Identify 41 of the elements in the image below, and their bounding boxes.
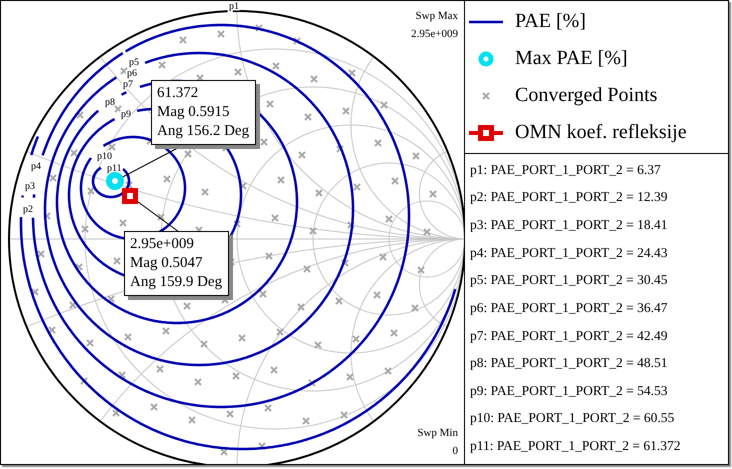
contour-label: p7 (123, 79, 133, 90)
sweep-min-label: Swp Min (417, 426, 458, 441)
line-icon (469, 20, 503, 24)
contour-value-text: p10: PAE_PORT_1_PORT_2 = 60.55 (470, 410, 676, 426)
tooltip-line: Ang 156.2 Deg (157, 122, 250, 141)
contour-value-text: p8: PAE_PORT_1_PORT_2 = 48.51 (470, 355, 669, 372)
cross-icon (482, 92, 490, 100)
tooltip-line: 2.95e+009 (130, 235, 195, 254)
contour-value-text: p6: PAE_PORT_1_PORT_2 = 36.47 (470, 300, 669, 316)
tooltip-line: Mag 0.5915 (157, 103, 230, 122)
contour-label: p1 (229, 1, 239, 12)
tooltip-line: 61.372 (157, 84, 200, 103)
contour-value-text: p3: PAE_PORT_1_PORT_2 = 18.41 (470, 217, 669, 234)
contour-value-text: p11: PAE_PORT_1_PORT_2 = 61.372 (470, 438, 682, 454)
contour-value-text: p2: PAE_PORT_1_PORT_2 = 12.39 (470, 189, 669, 206)
legend-label: Converged Points (515, 84, 658, 107)
tooltip-line: Mag 0.5047 (130, 254, 204, 273)
contour-value-text: p9: PAE_PORT_1_PORT_2 = 54.53 (470, 382, 669, 399)
sweep-max-value: 2.95e+009 (411, 27, 458, 42)
square-line-icon (469, 124, 503, 140)
contour-value-text: p7: PAE_PORT_1_PORT_2 = 42.49 (470, 328, 669, 344)
legend-label: PAE [%] (515, 10, 586, 33)
contour-label: p6 (127, 68, 137, 79)
contour-label: p9 (121, 109, 131, 120)
contour-value-text: p5: PAE_PORT_1_PORT_2 = 30.45 (470, 272, 669, 288)
contour-label: p11 (107, 163, 122, 174)
max-point-marker (106, 172, 124, 190)
contour-label: p5 (129, 57, 139, 68)
contour-label: p4 (31, 161, 41, 172)
contour-value-text: p1: PAE_PORT_1_PORT_2 = 6.37 (470, 162, 662, 178)
contour-label: p10 (97, 151, 112, 162)
contour-label: p8 (105, 97, 115, 108)
tooltip-line: Ang 159.9 Deg (130, 273, 222, 292)
sweep-max-label: Swp Max (416, 9, 458, 24)
reflection-marker (122, 188, 138, 204)
contour-label: p2 (23, 204, 33, 215)
contour-label: p3 (25, 181, 35, 192)
legend-label: Max PAE [%] (515, 47, 628, 70)
sweep-min-value: 0 (452, 444, 458, 459)
legend-label: OMN koef. refleksije (515, 121, 687, 144)
contour-value-text: p4: PAE_PORT_1_PORT_2 = 24.43 (470, 244, 669, 261)
